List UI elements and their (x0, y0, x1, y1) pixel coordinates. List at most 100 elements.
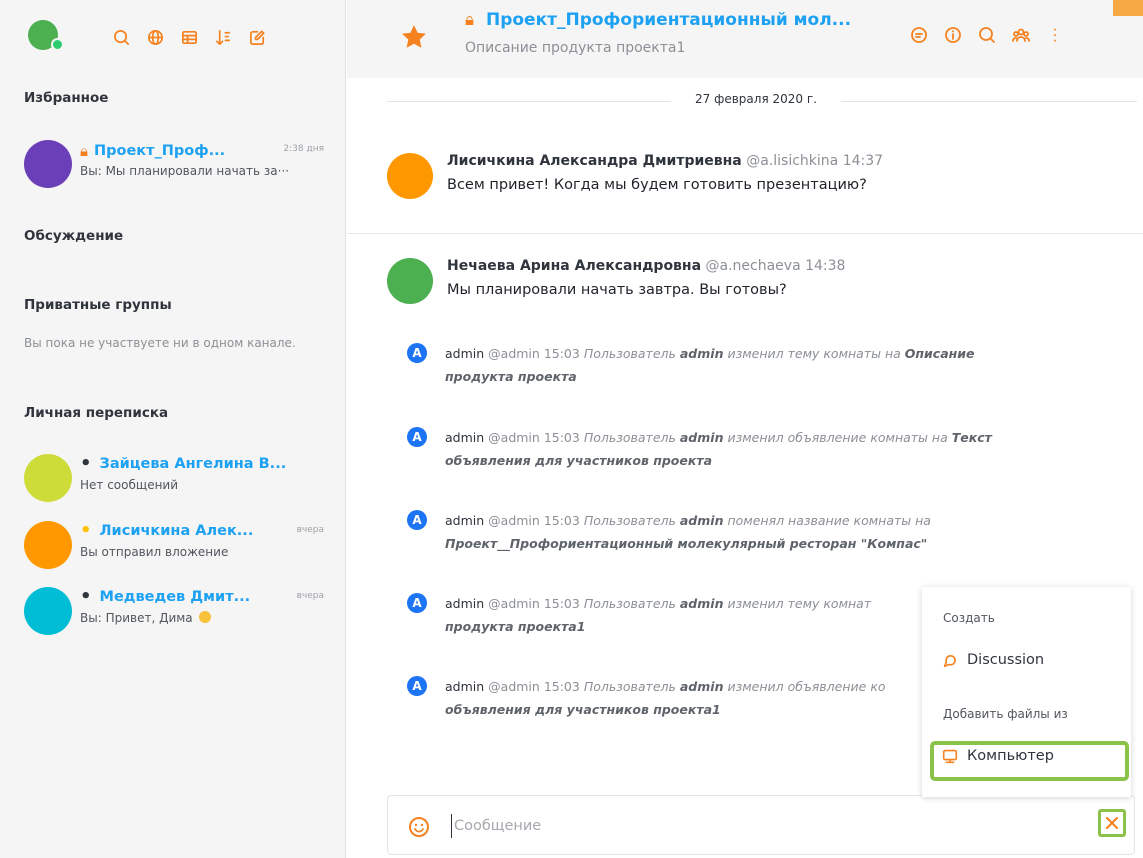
discussion-title: Обсуждение (24, 228, 124, 244)
discussion-icon[interactable] (902, 22, 936, 48)
admin-badge: A (407, 427, 427, 447)
system-message-action: изменил тему комнаты на (727, 346, 901, 361)
system-message-time: 15:03 (543, 513, 580, 528)
info-icon[interactable] (936, 22, 970, 48)
emoji-icon[interactable] (408, 816, 430, 838)
upload-from-computer-item[interactable]: Компьютер (941, 747, 1054, 765)
message-author[interactable]: Лисичкина Александра Дмитриевна (447, 153, 742, 169)
sidebar-item-time: вчера (296, 591, 324, 601)
sidebar-item-dm[interactable]: • Медведев Дмит... вчера Вы: Привет, Дим… (24, 587, 334, 643)
sidebar-item-name: Зайцева Ангелина В... (99, 456, 287, 472)
system-message-actor: admin (679, 596, 724, 611)
status-dot: • (80, 520, 92, 541)
system-message-pre: Пользователь (583, 679, 676, 694)
private-groups-empty-text: Вы пока не участвуете ни в одном канале. (24, 336, 296, 350)
sidebar-item-time: 2:38 дня (283, 144, 324, 154)
room-title: Проект_Профориентационный мол... (485, 10, 852, 30)
message-composer (387, 795, 1135, 855)
system-message-actor: admin (679, 346, 724, 361)
message-header: Нечаева Арина Александровна @a.nechaeva … (447, 258, 845, 274)
user-avatar (24, 454, 72, 502)
favorite-star-icon[interactable] (399, 22, 429, 52)
system-message-text: admin @admin 15:03 Пользователь admin из… (445, 426, 1045, 472)
sidebar-item-name: Проект_Проф... (93, 143, 226, 159)
edit-icon[interactable] (240, 24, 274, 50)
message-header: Лисичкина Александра Дмитриевна @a.lisic… (447, 153, 883, 169)
system-message-user[interactable]: admin (445, 679, 484, 694)
sidebar-item-favorite-room[interactable]: 🔒︎ Проект_Проф... 2:38 дня Вы: Мы планир… (24, 140, 334, 196)
system-message-time: 15:03 (543, 430, 580, 445)
system-message-action: изменил объявление комнаты на (727, 430, 948, 445)
system-message-action: изменил объявление ко (727, 679, 886, 694)
system-message-username: @admin (488, 596, 540, 611)
user-avatar[interactable] (387, 258, 433, 304)
create-discussion-item[interactable]: Discussion (941, 651, 1044, 669)
room-avatar (24, 140, 72, 188)
sidebar-item-time: вчера (296, 525, 324, 535)
system-message-action: поменял название комнаты на (727, 513, 931, 528)
system-message-text: admin @admin 15:03 Пользователь admin из… (445, 342, 1045, 388)
globe-icon[interactable] (138, 24, 172, 50)
system-message-action: изменил тему комнат (727, 596, 872, 611)
lock-icon: 🔒︎ (465, 10, 475, 30)
system-message-value: продукта проекта1 (445, 619, 586, 634)
message-author[interactable]: Нечаева Арина Александровна (447, 258, 701, 274)
sidebar-item-name-row: 🔒︎ Проект_Проф... (80, 142, 225, 160)
system-message-time: 15:03 (543, 596, 580, 611)
date-label: 27 февраля 2020 г. (671, 92, 841, 106)
smile-emoji-icon (198, 611, 211, 623)
message-text: Мы планировали начать завтра. Вы готовы? (447, 282, 787, 298)
online-status-indicator (51, 38, 64, 51)
upload-from-computer-label: Компьютер (967, 748, 1054, 764)
room-title-row[interactable]: 🔒︎ Проект_Профориентационный мол... (465, 10, 851, 30)
table-icon[interactable] (172, 24, 206, 50)
direct-messages-title: Личная переписка (24, 405, 169, 421)
sidebar-item-name-row: • Зайцева Ангелина В... (80, 455, 287, 473)
private-groups-title: Приватные группы (24, 297, 172, 313)
favorites-title: Избранное (24, 90, 109, 106)
message-separator (347, 233, 1143, 234)
computer-icon (942, 749, 958, 764)
message-input[interactable] (454, 812, 1014, 840)
sidebar-item-dm[interactable]: • Зайцева Ангелина В... Нет сообщений (24, 454, 334, 510)
status-dot: • (80, 586, 92, 607)
system-message-value: Проект__Профориентационный молекулярный … (445, 536, 928, 551)
user-avatar (24, 587, 72, 635)
sidebar-header (0, 0, 345, 78)
sidebar-item-name-row: • Медведев Дмит... (80, 586, 251, 607)
message-time: 14:38 (805, 258, 846, 274)
room-header: 🔒︎ Проект_Профориентационный мол... Опис… (347, 0, 1143, 78)
sort-icon[interactable] (206, 24, 240, 50)
room-toolbar (902, 22, 1072, 48)
sidebar-item-name: Медведев Дмит... (99, 589, 251, 605)
system-message-actor: admin (679, 430, 724, 445)
user-avatar[interactable] (387, 153, 433, 199)
message-username: @a.lisichkina (746, 153, 839, 169)
system-message-user[interactable]: admin (445, 346, 484, 361)
search-icon[interactable] (970, 22, 1004, 48)
members-icon[interactable] (1004, 22, 1038, 48)
system-message-text: admin @admin 15:03 Пользователь admin по… (445, 509, 1045, 555)
close-actions-button[interactable] (1098, 809, 1126, 837)
message-text: Всем привет! Когда мы будем готовить пре… (447, 177, 867, 193)
system-message-time: 15:03 (543, 346, 580, 361)
sidebar-item-last-message: Нет сообщений (80, 478, 179, 492)
admin-badge: A (407, 510, 427, 530)
system-message-username: @admin (488, 430, 540, 445)
system-message-user[interactable]: admin (445, 596, 484, 611)
message-actions-popup: Создать Discussion Добавить файлы из Ком… (922, 587, 1131, 797)
kebab-menu-icon[interactable] (1038, 22, 1072, 48)
corner-badge (1113, 0, 1143, 16)
sidebar-item-name-row: • Лисичкина Алек... (80, 520, 253, 541)
sidebar-item-last-message-row: Вы: Привет, Дима (80, 611, 211, 625)
system-message-user[interactable]: admin (445, 430, 484, 445)
system-message-user[interactable]: admin (445, 513, 484, 528)
create-discussion-label: Discussion (967, 652, 1045, 668)
sidebar-item-dm[interactable]: • Лисичкина Алек... вчера Вы отправил вл… (24, 521, 334, 577)
system-message-actor: admin (679, 513, 724, 528)
admin-badge: A (407, 676, 427, 696)
search-icon[interactable] (104, 24, 138, 50)
message-time: 14:37 (842, 153, 884, 169)
discussion-icon (943, 654, 956, 668)
system-message-pre: Пользователь (583, 596, 676, 611)
